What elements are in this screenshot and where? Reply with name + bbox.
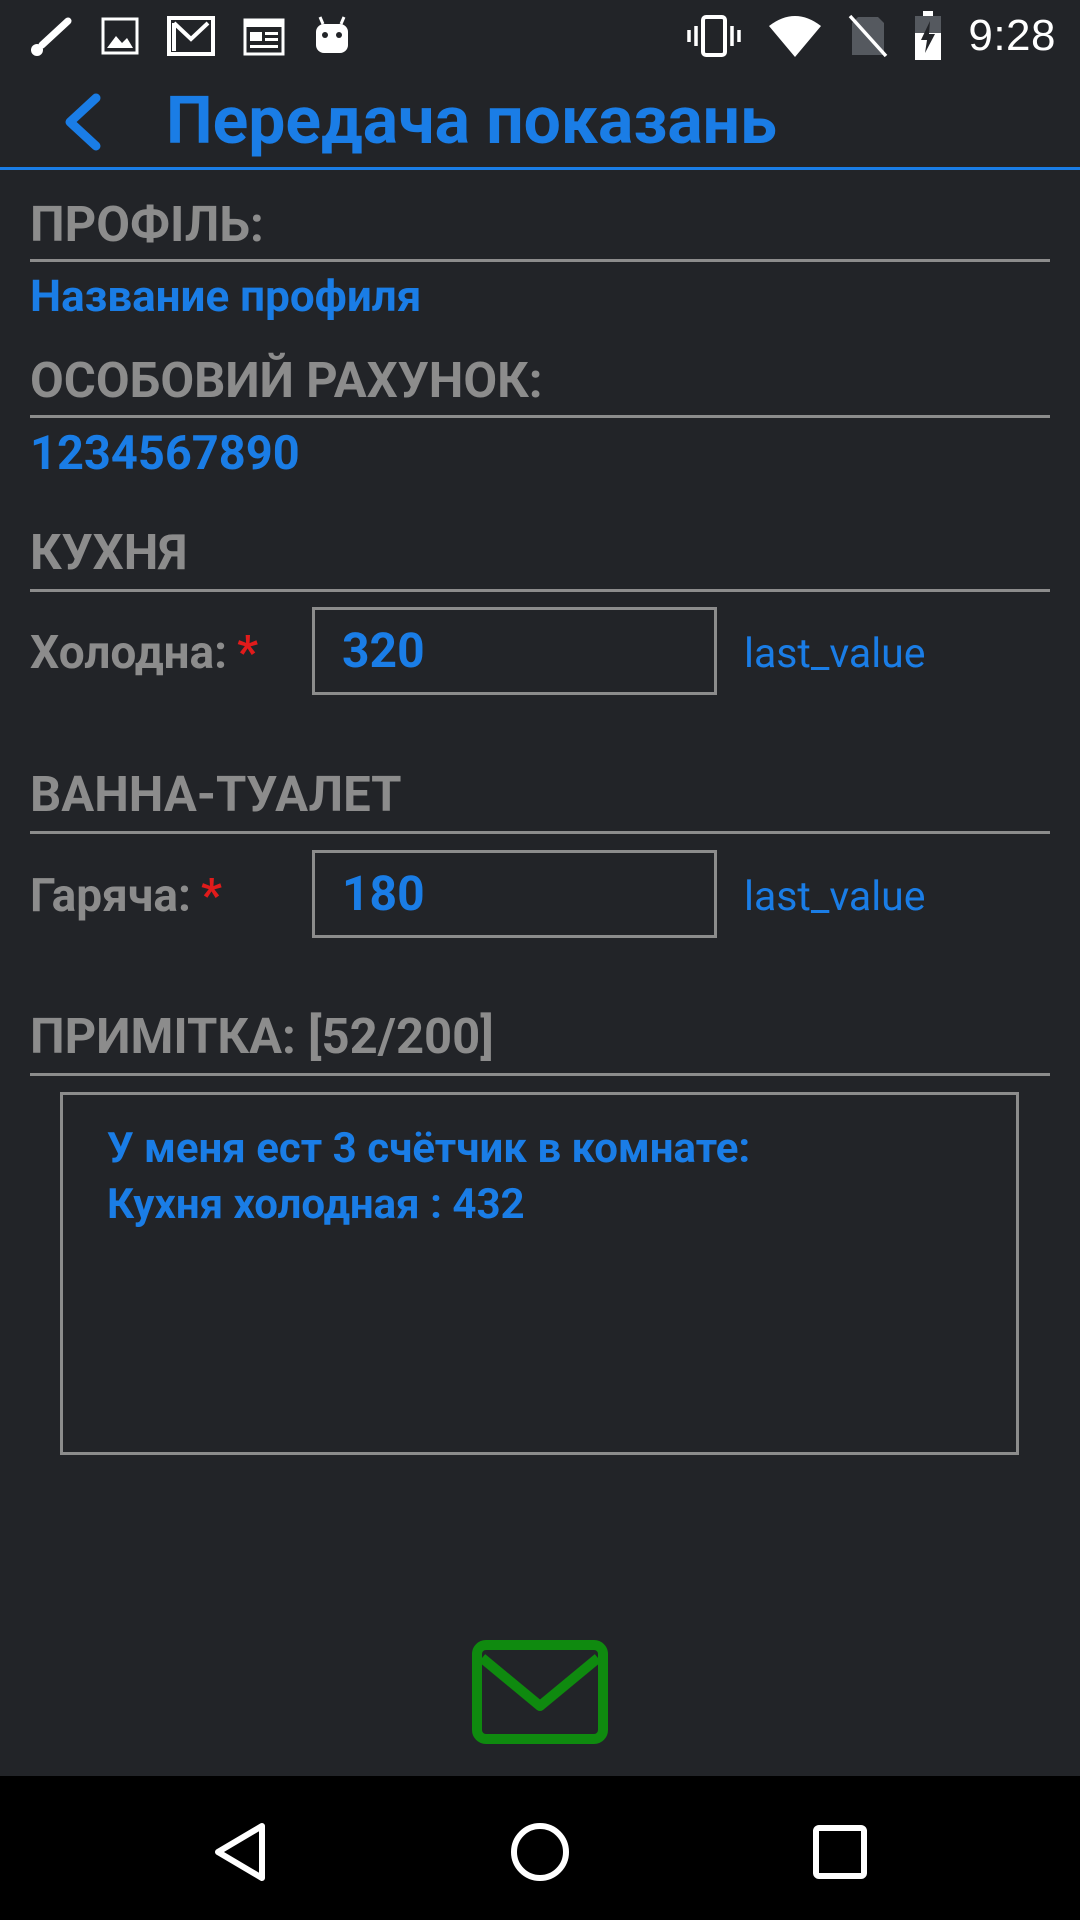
required-mark: *: [200, 869, 222, 923]
bathroom-section-label: ВАННА-ТУАЛЕТ: [30, 766, 1050, 834]
calendar-icon: [243, 18, 285, 56]
profile-value: Название профиля: [30, 270, 422, 322]
hot-water-last-value: last_value: [744, 873, 926, 921]
note-textarea[interactable]: У меня ест 3 счётчик в комнате: Кухня хо…: [60, 1092, 1019, 1455]
notification-icons: [28, 13, 352, 59]
clock: 9:28: [968, 11, 1056, 60]
nav-home-button[interactable]: [500, 1812, 580, 1892]
cold-water-input[interactable]: 320: [312, 607, 717, 695]
hot-water-input[interactable]: 180: [312, 850, 717, 938]
cold-water-last-value: last_value: [744, 630, 926, 678]
no-sim-icon: [849, 14, 888, 58]
navigation-bar: [0, 1776, 1080, 1920]
envelope-icon: [472, 1640, 608, 1744]
android-icon: [316, 16, 348, 53]
nav-recents-button[interactable]: [800, 1812, 880, 1892]
cold-water-label: Холодна: *: [30, 626, 258, 680]
chevron-left-icon: [65, 93, 101, 151]
image-icon: [101, 17, 139, 55]
account-value: 1234567890: [30, 426, 300, 481]
system-icons: 9:28: [686, 11, 1056, 61]
required-mark: *: [237, 626, 259, 680]
page-title: Передача показань: [166, 83, 777, 160]
battery-charging-icon: [915, 11, 942, 60]
triangle-back-icon: [215, 1823, 265, 1881]
back-button[interactable]: [52, 90, 112, 154]
profile-label: ПРОФІЛЬ:: [30, 196, 1050, 262]
hot-water-label-text: Гаряча:: [30, 869, 191, 923]
wifi-icon: [769, 16, 822, 57]
note-line: У меня ест 3 счётчик в комнате:: [107, 1124, 751, 1173]
note-label: ПРИМІТКА: [52/200]: [30, 1008, 1050, 1076]
wrench-icon: [31, 17, 72, 56]
nav-back-button[interactable]: [200, 1812, 280, 1892]
gmail-icon: [167, 16, 215, 56]
status-bar: 9:28: [0, 0, 1080, 72]
note-line: Кухня холодная : 432: [107, 1180, 525, 1229]
circle-home-icon: [511, 1823, 569, 1881]
cold-water-label-text: Холодна:: [30, 626, 228, 680]
hot-water-label: Гаряча: *: [30, 869, 222, 923]
account-label: ОСОБОВИЙ РАХУНОК:: [30, 352, 1050, 418]
square-recents-icon: [813, 1825, 867, 1879]
send-button[interactable]: [472, 1640, 608, 1744]
vibrate-icon: [687, 15, 742, 57]
kitchen-section-label: КУХНЯ: [30, 524, 1050, 592]
app-bar: Передача показань: [0, 72, 1080, 170]
